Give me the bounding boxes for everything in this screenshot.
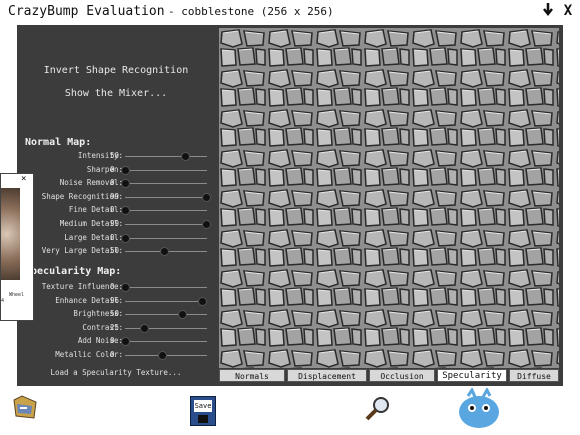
normal-map-slider-value: 0 [110,232,115,242]
material-thumbnail [1,188,20,280]
specularity-map-heading: Specularity Map: [25,266,122,277]
specularity-map-slider-row: Enhance Detail: 96 [17,295,215,307]
texture-preview[interactable] [219,28,559,368]
specularity-map-slider-thumb[interactable] [121,337,130,347]
specularity-map-slider-row: Texture Influence: 0 [17,281,215,293]
specularity-map-slider-value: 0 [110,350,115,359]
normal-map-slider-value: 50 [110,151,120,160]
floating-window-label-2: 4 [1,298,5,304]
normal-map-slider-track[interactable] [125,196,207,198]
floating-window-header: × [1,174,33,186]
tab-normals[interactable]: Normals [219,369,285,382]
normal-map-slider-value: 50 [110,246,120,256]
show-mixer-link[interactable]: Show the Mixer... [17,88,215,99]
main-panel: Invert Shape Recognition Show the Mixer.… [17,25,563,386]
normal-map-slider-thumb[interactable] [202,220,212,229]
title-bar: CrazyBump Evaluation - cobblestone (256 … [0,0,580,24]
tab-specularity[interactable]: Specularity [437,369,507,382]
file-title: - cobblestone (256 x 256) [168,5,334,18]
save-label: Save [194,400,212,412]
normal-map-slider-row: Shape Recognition: 99 [17,191,215,203]
normal-map-slider-thumb[interactable] [121,165,130,175]
normal-map-slider-row: Sharpen: 0 [17,164,215,176]
specularity-map-slider-thumb[interactable] [139,323,149,333]
normal-map-slider-value: 0 [110,205,115,215]
tab-diffuse[interactable]: Diffuse [509,369,559,382]
floating-window-label: Wheel [9,292,25,298]
specularity-map-slider-track[interactable] [125,287,207,288]
specularity-map-slider-track[interactable] [125,341,207,343]
close-icon[interactable]: × [21,174,26,184]
specularity-map-slider-track[interactable] [125,314,207,316]
close-button[interactable]: X [559,2,577,20]
settings-panel: Invert Shape Recognition Show the Mixer.… [17,25,215,386]
normal-map-heading: Normal Map: [25,137,92,148]
invert-shape-recognition-link[interactable]: Invert Shape Recognition [17,65,215,76]
open-folder-icon[interactable] [10,392,40,422]
normal-map-slider-value: 99 [110,219,120,228]
normal-map-slider-track[interactable] [125,224,207,225]
specularity-map-slider-row: Brightness: 50 [17,308,215,320]
specularity-map-slider-thumb[interactable] [198,296,208,306]
normal-map-slider-thumb[interactable] [121,233,130,243]
normal-map-slider-track[interactable] [125,210,207,212]
map-tabs: Normals Displacement Occlusion Speculari… [219,369,563,383]
normal-map-slider-row: Intensity: 50 [17,150,215,162]
normal-map-slider-track[interactable] [125,156,207,157]
normal-map-slider-track[interactable] [125,183,207,185]
specularity-map-slider-thumb[interactable] [178,310,188,320]
normal-map-slider-row: Medium Detail: 99 [17,218,215,230]
specularity-map-slider-thumb[interactable] [121,283,130,292]
download-arrow-icon[interactable] [539,2,557,20]
normal-map-slider-label: Sharpen: [86,164,123,174]
mascot-icon [456,386,502,430]
specularity-map-slider-track[interactable] [125,327,207,329]
normal-map-slider-row: Very Large Detail: 50 [17,245,215,257]
specularity-map-slider-value: 50 [110,309,120,319]
app-title: CrazyBump Evaluation [8,4,165,19]
normal-map-slider-thumb[interactable] [121,179,130,189]
normal-map-slider-row: Fine Detail: 0 [17,204,215,216]
tab-occlusion[interactable]: Occlusion [369,369,435,382]
cobblestone-image [219,28,559,368]
specularity-map-slider-row: Add Noise: 0 [17,335,215,347]
normal-map-slider-track[interactable] [125,237,207,239]
normal-map-slider-row: Noise Removal: 0 [17,177,215,189]
tab-displacement[interactable]: Displacement [287,369,367,382]
normal-map-slider-row: Large Detail: 0 [17,232,215,244]
specularity-map-slider-value: 0 [110,282,115,291]
specularity-map-slider-row: Metallic Color: 0 [17,349,215,361]
specularity-map-slider-label: Add Noise: [77,336,123,346]
normal-map-slider-value: 0 [110,178,115,188]
specularity-map-slider-thumb[interactable] [157,351,167,360]
load-specularity-texture-link[interactable]: Load a Specularity Texture... [17,368,215,377]
normal-map-slider-thumb[interactable] [180,152,190,161]
normal-map-slider-value: 99 [110,191,120,201]
specularity-map-slider-value: 96 [110,295,120,305]
specularity-map-slider-track[interactable] [125,300,207,302]
specularity-map-slider-row: Contrast: 25 [17,322,215,334]
save-button[interactable]: Save [190,396,216,426]
save-disk-shutter [198,415,208,423]
normal-map-slider-track[interactable] [125,169,207,171]
magnifier-icon[interactable] [364,396,392,422]
normal-map-slider-thumb[interactable] [159,247,169,257]
normal-map-slider-thumb[interactable] [202,192,212,202]
floating-preview-window[interactable]: × Wheel 4 [0,173,34,321]
bottom-toolbar: Save [0,386,580,435]
specularity-map-slider-value: 0 [110,336,115,346]
specularity-map-slider-value: 25 [110,322,120,332]
normal-map-slider-value: 0 [110,164,115,174]
normal-map-slider-thumb[interactable] [121,206,130,216]
